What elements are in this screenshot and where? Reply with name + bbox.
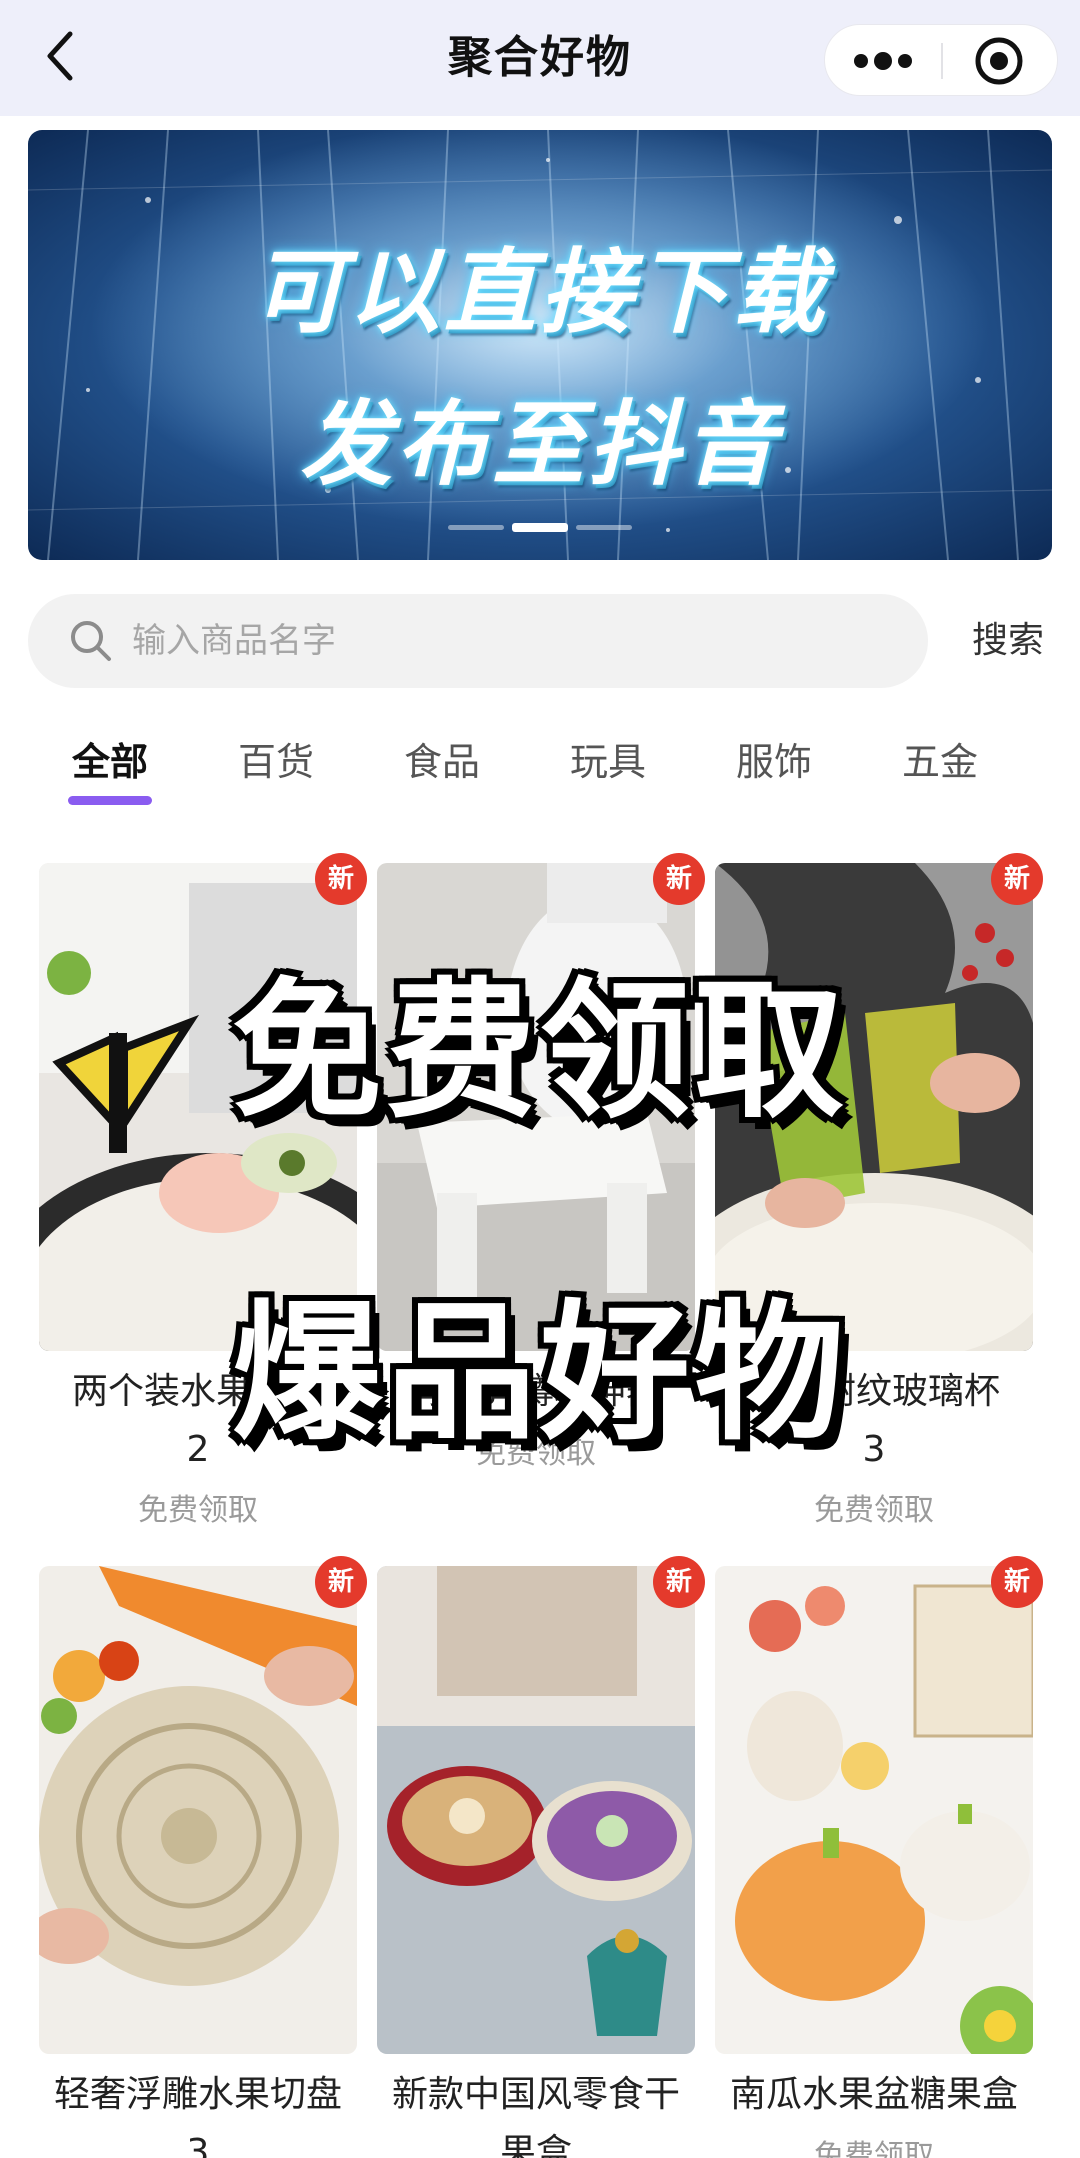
carousel-dot[interactable] [576,525,632,530]
product-title[interactable]: 轻奢浮雕水果切盘 3 [31,2066,365,2158]
product-image[interactable] [39,1566,357,2054]
product-title-line: 两个装水果零食 [71,1371,324,1412]
product-image[interactable] [377,1566,695,2054]
search-icon [71,621,111,661]
claim-free-link[interactable]: 免费领取 [715,1485,1033,1529]
search-button[interactable]: 搜索 [958,594,1058,688]
tab-food[interactable]: 食品 [367,720,517,810]
product-title-line: 2 [186,1429,210,1470]
banner-headline-1: 可以直接下载 [251,239,828,346]
search-input[interactable] [132,594,892,688]
product-photo-pumpkin-box [715,1566,1033,2054]
top-navbar: 聚合好物 [0,0,1080,116]
miniprogram-capsule [824,24,1058,96]
product-title[interactable]: 南瓜水果盆糖果盒 [707,2066,1041,2124]
close-miniprogram-button[interactable] [943,25,1059,97]
tab-general-goods[interactable]: 百货 [201,720,351,810]
more-button[interactable] [825,25,941,97]
product-photo-snack-box [377,1566,695,2054]
new-badge: 新 [315,1556,367,1608]
product-title-line: 果盒 [499,2132,572,2158]
back-button[interactable] [38,26,90,86]
chevron-left-icon [47,31,73,81]
claim-free-link[interactable]: 免费领取 [377,1428,695,1472]
product-photo-glass-cups [715,863,1033,1351]
product-title-line: 3 [862,1429,886,1470]
product-title-line: 轻奢浮雕水果切盘 [53,2074,342,2115]
new-badge: 新 [653,1556,705,1608]
carousel-dot-active[interactable] [512,523,568,532]
banner-headline-2: 发布至抖音 [299,391,780,498]
product-photo-fruit-plate [39,1566,357,2054]
new-badge: 新 [991,853,1043,905]
active-tab-indicator [68,796,152,805]
category-tabs: 全部 百货 食品 玩具 服饰 五金 [0,720,1080,810]
promo-banner[interactable]: 可以直接下载 发布至抖音 [28,130,1052,560]
search-box[interactable] [28,594,928,688]
new-badge: 新 [315,853,367,905]
carousel-indicator [448,522,632,532]
tab-hardware[interactable]: 五金 [865,720,1015,810]
product-title-line: 大号树纹玻璃杯 [747,1371,1000,1412]
target-close-icon [975,37,1023,85]
tab-toys[interactable]: 玩具 [533,720,683,810]
product-photo-toilet-stool [377,863,695,1351]
product-title[interactable]: 两个装水果零食 2 [31,1363,365,1479]
tab-apparel[interactable]: 服饰 [699,720,849,810]
carousel-dot[interactable] [448,525,504,530]
product-image[interactable] [715,1566,1033,2054]
product-image[interactable] [715,863,1033,1351]
product-title-line: 新款中国风零食干 [391,2074,680,2115]
new-badge: 新 [991,1556,1043,1608]
product-title[interactable]: 新款中国风零食干 果盒 [369,2066,703,2158]
product-title-line: 马桶凳蹲坑神器 [409,1371,662,1412]
more-dots-icon [854,52,912,70]
claim-free-link[interactable]: 免费领取 [39,1485,357,1529]
product-title-line: 南瓜水果盆糖果盒 [729,2074,1018,2115]
product-image[interactable] [39,863,357,1351]
product-image[interactable] [377,863,695,1351]
product-photo-bowls [39,863,357,1351]
new-badge: 新 [653,853,705,905]
claim-free-link[interactable]: 免费领取 [715,2131,1033,2158]
product-title[interactable]: 马桶凳蹲坑神器 [369,1363,703,1421]
product-title-line: 3 [186,2132,210,2158]
product-title[interactable]: 大号树纹玻璃杯 3 [707,1363,1041,1479]
